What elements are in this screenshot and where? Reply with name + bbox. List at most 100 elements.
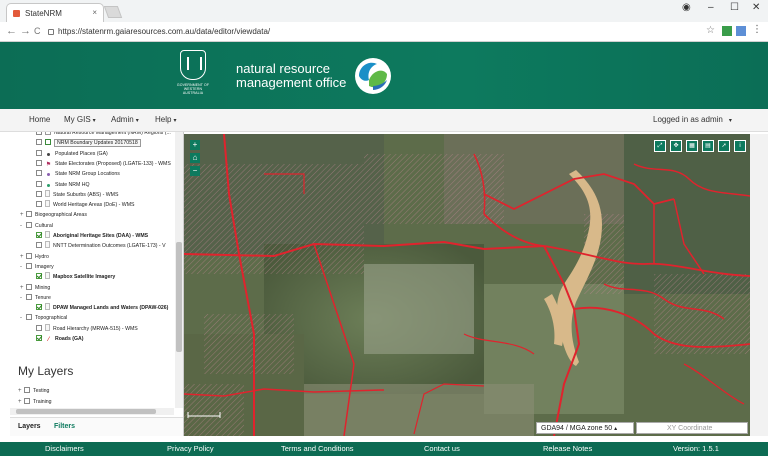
new-tab-button[interactable]: [103, 6, 123, 18]
extension-icon[interactable]: [736, 26, 746, 36]
wms-layer-icon: [45, 303, 50, 311]
layer-group[interactable]: - Imagery: [20, 262, 54, 272]
sidebar-tabs: Layers Filters: [10, 417, 183, 436]
layer-item[interactable]: Aboriginal Heritage Sites (DAA) - WMS: [36, 231, 148, 241]
footer-disclaimers-link[interactable]: Disclaimers: [45, 444, 84, 453]
minimize-icon[interactable]: –: [708, 2, 714, 13]
layer-checkbox[interactable]: [36, 170, 42, 177]
layer-swatch-icon: [45, 132, 51, 135]
info-icon[interactable]: i: [734, 140, 746, 152]
map-view[interactable]: + ⌂ − ⤢ ✥ ▦ ▤ ➚ i GDA94 / MGA zone 50 ▴ …: [184, 134, 750, 436]
bookmark-star-icon[interactable]: ☆: [706, 25, 715, 36]
layer-checkbox[interactable]: [36, 335, 42, 341]
forward-icon[interactable]: →: [20, 25, 31, 37]
layer-item[interactable]: World Heritage Areas (DoE) - WMS: [36, 200, 134, 210]
layer-checkbox[interactable]: [26, 283, 32, 290]
maximize-icon[interactable]: ☐: [730, 2, 739, 13]
layer-checkbox[interactable]: [36, 190, 42, 197]
layer-checkbox[interactable]: [26, 262, 32, 269]
layer-item[interactable]: Natural Resource Management (NRM) Region…: [36, 132, 171, 138]
user-menu[interactable]: Logged in as admin ▾: [653, 115, 732, 124]
profile-icon[interactable]: ◉: [682, 2, 691, 13]
layer-checkbox[interactable]: [36, 242, 42, 249]
select-pointer-icon[interactable]: ➚: [718, 140, 730, 152]
extension-icon[interactable]: [722, 26, 732, 36]
fullscreen-icon[interactable]: ⤢: [654, 140, 666, 152]
layer-item[interactable]: State NRM Group Locations: [36, 169, 120, 179]
url-field[interactable]: https://statenrm.gaiaresources.com.au/da…: [48, 25, 718, 39]
layer-item[interactable]: Mapbox Satellite Imagery: [36, 272, 115, 282]
layer-group[interactable]: + Mining: [20, 283, 50, 293]
tab-close-icon[interactable]: ×: [92, 8, 97, 17]
layer-checkbox[interactable]: [26, 211, 32, 218]
layer-label: Mapbox Satellite Imagery: [53, 274, 116, 281]
scroll-thumb[interactable]: [176, 242, 182, 352]
layer-item[interactable]: State Suburbs (ABS) - WMS: [36, 189, 118, 200]
home-extent-icon[interactable]: ⌂: [190, 153, 200, 163]
my-layer-item[interactable]: + Training: [18, 397, 52, 407]
chevron-down-icon: ▾: [135, 118, 139, 124]
sidebar-vertical-scrollbar[interactable]: [175, 132, 183, 408]
menu-home[interactable]: Home: [29, 115, 50, 124]
footer-privacy-link[interactable]: Privacy Policy: [167, 444, 214, 453]
print-icon[interactable]: ▤: [702, 140, 714, 152]
layer-checkbox[interactable]: [36, 149, 42, 156]
layer-checkbox[interactable]: [24, 387, 30, 393]
close-window-icon[interactable]: ✕: [752, 2, 760, 13]
projection-select[interactable]: GDA94 / MGA zone 50 ▴: [536, 422, 634, 434]
zoom-out-button[interactable]: −: [190, 166, 200, 176]
layer-checkbox[interactable]: [36, 159, 42, 166]
my-layer-item[interactable]: + Testing: [18, 386, 49, 396]
tab-layers[interactable]: Layers: [18, 423, 41, 430]
zoom-extent-icon[interactable]: ✥: [670, 140, 682, 152]
layer-checkbox[interactable]: [26, 252, 32, 259]
layer-checkbox[interactable]: [36, 132, 42, 135]
layer-item[interactable]: Populated Places (GA): [36, 149, 108, 159]
scroll-thumb[interactable]: [16, 409, 156, 414]
layer-group[interactable]: + Biogeographical Areas: [20, 210, 87, 220]
wms-layer-icon: [45, 231, 50, 238]
zoom-in-button[interactable]: +: [190, 140, 200, 150]
layer-checkbox[interactable]: [36, 180, 42, 187]
layer-checkbox[interactable]: [36, 139, 42, 146]
layer-item[interactable]: NNTT Determination Outcomes (LGATE-173) …: [36, 241, 166, 251]
layer-label: Topographical: [35, 315, 68, 322]
layer-label: Cultural: [35, 222, 53, 229]
layer-item[interactable]: ⚑ State Electorates (Proposed) (LGATE-133…: [36, 159, 171, 169]
footer-terms-link[interactable]: Terms and Conditions: [281, 444, 354, 453]
layer-group[interactable]: - Tenure: [20, 293, 51, 303]
layer-checkbox[interactable]: [26, 221, 32, 228]
layer-item[interactable]: NRM Boundary Updates 20170518: [36, 138, 141, 148]
footer-contact-link[interactable]: Contact us: [424, 444, 460, 453]
layer-group[interactable]: - Topographical: [20, 313, 67, 323]
footer-release-notes-link[interactable]: Release Notes: [543, 444, 592, 453]
layer-item[interactable]: DPAW Managed Lands and Waters (DPAW-026): [36, 303, 168, 313]
layer-group[interactable]: + Hydro: [20, 252, 49, 262]
browser-menu-icon[interactable]: ⋮: [752, 24, 762, 35]
menu-admin[interactable]: Admin ▾: [111, 115, 139, 124]
layer-item[interactable]: ⁄ Roads (GA): [36, 334, 84, 344]
layer-group[interactable]: - Cultural: [20, 221, 53, 231]
tab-filters[interactable]: Filters: [54, 423, 75, 430]
xy-coordinate-input[interactable]: XY Coordinate: [636, 422, 748, 434]
browser-tab[interactable]: StateNRM ×: [6, 3, 104, 22]
back-icon[interactable]: ←: [6, 25, 17, 37]
layer-item[interactable]: State NRM HQ: [36, 180, 90, 190]
menu-my-gis[interactable]: My GIS ▾: [64, 115, 96, 124]
layer-checkbox[interactable]: [26, 314, 32, 321]
layer-checkbox[interactable]: [36, 232, 42, 238]
measure-icon[interactable]: ▦: [686, 140, 698, 152]
layer-checkbox[interactable]: [36, 273, 42, 280]
layer-checkbox[interactable]: [36, 201, 42, 208]
layer-checkbox[interactable]: [36, 324, 42, 331]
layer-sidebar: Natural Resource Management (NRM) Region…: [10, 132, 184, 436]
layer-checkbox[interactable]: [26, 293, 32, 300]
layer-checkbox[interactable]: [36, 304, 42, 311]
layer-checkbox[interactable]: [24, 398, 30, 404]
menu-help[interactable]: Help ▾: [155, 115, 176, 124]
reload-icon[interactable]: C: [34, 26, 41, 36]
chevron-down-icon: ▾: [728, 118, 732, 124]
page-scrollbar[interactable]: [750, 134, 768, 436]
layer-item[interactable]: Road Hierarchy (MRWA-515) - WMS: [36, 323, 138, 334]
sidebar-horizontal-scrollbar[interactable]: [10, 408, 174, 415]
